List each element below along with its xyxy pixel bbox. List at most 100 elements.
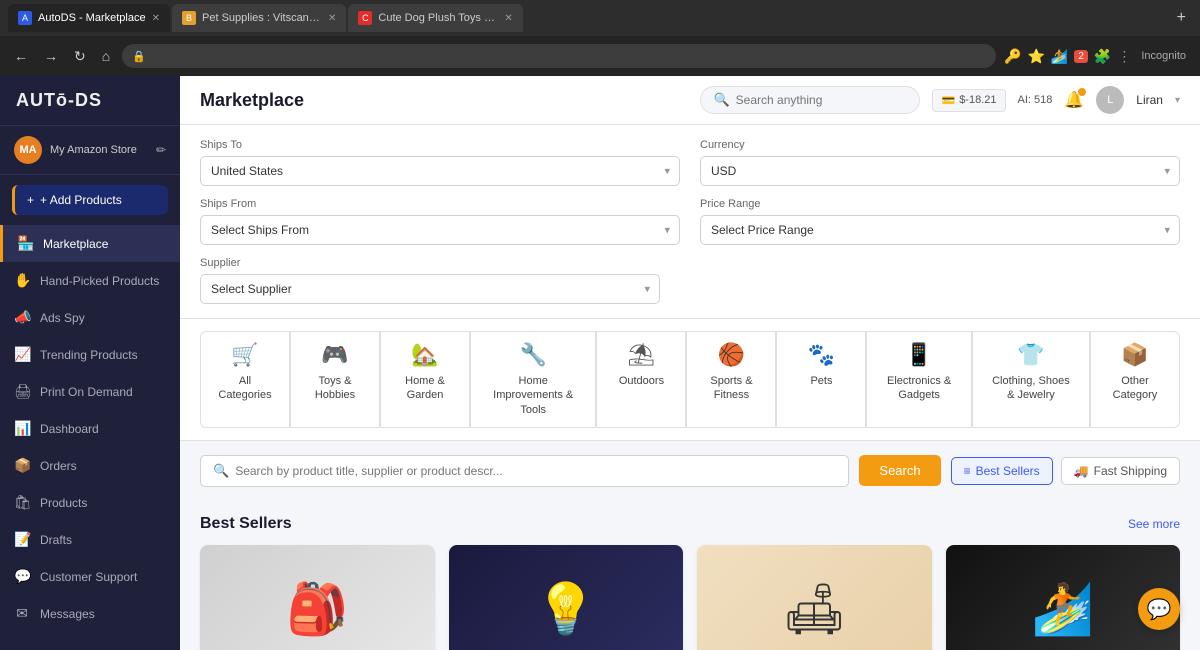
main-content: Marketplace 🔍 💳 $-18.21 AI: 518 🔔 L Lira…	[180, 76, 1200, 650]
user-chevron-icon[interactable]: ▾	[1175, 95, 1180, 106]
fast-shipping-chip[interactable]: 🚚 Fast Shipping	[1061, 457, 1180, 485]
nav-label-dashboard: Dashboard	[40, 422, 99, 436]
sidebar-item-messages[interactable]: ✉Messages	[0, 595, 180, 632]
wallet-icon: 💳	[941, 94, 955, 107]
category-item-toys[interactable]: 🎮Toys & Hobbies	[290, 331, 380, 428]
best-sellers-chip[interactable]: ≡ Best Sellers	[951, 457, 1053, 485]
sidebar: AUTō-DS MA My Amazon Store ✏ + + Add Pro…	[0, 76, 180, 650]
category-item-other[interactable]: 📦Other Category	[1090, 331, 1180, 428]
nav-label-messages: Messages	[40, 607, 95, 621]
category-item-sports[interactable]: 🏀Sports & Fitness	[686, 331, 776, 428]
balance-value: $-18.21	[959, 94, 996, 106]
notification-wrapper: 🔔	[1064, 90, 1084, 110]
sidebar-item-dashboard[interactable]: 📊Dashboard	[0, 410, 180, 447]
tab-close-icon[interactable]: ✕	[152, 13, 160, 24]
lock-icon: 🔒	[132, 50, 146, 63]
product-emoji-p4: 🏄	[1032, 580, 1094, 639]
product-card-p2[interactable]: 💡 GOVLUP LED Strip Lights	[449, 545, 684, 650]
sidebar-item-marketplace[interactable]: 🏪Marketplace	[0, 225, 180, 262]
search-icon: 🔍	[713, 92, 729, 108]
tab-close-icon[interactable]: ✕	[328, 13, 336, 24]
sidebar-item-trending[interactable]: 📈Trending Products	[0, 336, 180, 373]
search-button[interactable]: Search	[859, 455, 940, 486]
fast-shipping-chip-label: Fast Shipping	[1094, 464, 1167, 478]
ships-from-label: Ships From	[200, 198, 680, 210]
global-search-input[interactable]	[736, 93, 908, 107]
category-item-all[interactable]: 🛒 All Categories	[200, 331, 290, 428]
nav-label-ads-spy: Ads Spy	[40, 311, 85, 325]
nav-label-orders: Orders	[40, 459, 77, 473]
ships-from-select[interactable]: Select Ships From	[200, 215, 680, 245]
global-search-box[interactable]: 🔍	[700, 86, 920, 114]
see-more-link[interactable]: See more	[1128, 517, 1180, 531]
browser-tab-tab3[interactable]: CCute Dog Plush Toys Pet Duck ...✕	[348, 4, 522, 32]
nav-label-print-demand: Print On Demand	[40, 385, 133, 399]
product-image-p3: 🛋	[697, 545, 932, 650]
forward-button[interactable]: →	[40, 44, 62, 68]
category-item-electronics[interactable]: 📱Electronics & Gadgets	[866, 331, 971, 428]
sidebar-item-hand-picked[interactable]: ✋Hand-Picked Products	[0, 262, 180, 299]
nav-icon-marketplace: 🏪	[17, 235, 33, 252]
user-name: Liran	[1136, 93, 1163, 107]
profile-icon[interactable]: 🏄	[1051, 48, 1068, 65]
category-label-clothing: Clothing, Shoes & Jewelry	[989, 374, 1073, 403]
nav-icon-ads-spy: 📣	[14, 309, 30, 326]
key-icon[interactable]: 🔑	[1004, 48, 1021, 65]
tab-close-icon[interactable]: ✕	[504, 13, 512, 24]
category-label-toys: Toys & Hobbies	[307, 374, 363, 403]
product-card-p1[interactable]: 🎒 Insulated Backpack Cooler Bag	[200, 545, 435, 650]
product-image-p2: 💡	[449, 545, 684, 650]
category-label-outdoors: Outdoors	[619, 374, 664, 388]
category-icon-outdoors: ⛱	[627, 342, 655, 368]
home-button[interactable]: ⌂	[98, 44, 114, 68]
currency-label: Currency	[700, 139, 1180, 151]
add-products-button[interactable]: + + Add Products	[12, 185, 168, 215]
category-item-pets[interactable]: 🐾Pets	[776, 331, 866, 428]
price-range-select[interactable]: Select Price Range	[700, 215, 1180, 245]
sidebar-item-print-demand[interactable]: 🖨Print On Demand	[0, 373, 180, 410]
best-sellers-section: Best Sellers See more 🎒 Insulated Backpa…	[180, 501, 1200, 650]
address-input[interactable]: platform.autods.com/marketplace	[152, 49, 986, 63]
sidebar-item-drafts[interactable]: 📝Drafts	[0, 521, 180, 558]
ships-to-group: Ships To United States	[200, 139, 680, 186]
product-search-input[interactable]	[235, 464, 836, 478]
product-card-p3[interactable]: 🛋 Pet Sofa Bed	[697, 545, 932, 650]
address-bar[interactable]: 🔒 platform.autods.com/marketplace	[122, 44, 996, 68]
category-label-all: All Categories	[217, 374, 273, 403]
ships-to-label: Ships To	[200, 139, 680, 151]
sidebar-item-support[interactable]: 💬Customer Support	[0, 558, 180, 595]
category-label-pets: Pets	[810, 374, 832, 388]
filters-section: Ships To United States Currency USD	[180, 125, 1200, 319]
category-item-outdoors[interactable]: ⛱ Outdoors	[596, 331, 686, 428]
category-item-home-improvements[interactable]: 🔧Home Improvements & Tools	[470, 331, 596, 428]
topbar-right: 🔍 💳 $-18.21 AI: 518 🔔 L Liran ▾	[700, 86, 1180, 114]
nav-icon-drafts: 📝	[14, 531, 30, 548]
category-item-clothing[interactable]: 👕Clothing, Shoes & Jewelry	[972, 331, 1090, 428]
reload-button[interactable]: ↻	[70, 44, 90, 69]
ships-to-select[interactable]: United States	[200, 156, 680, 186]
currency-select[interactable]: USD	[700, 156, 1180, 186]
user-store[interactable]: MA My Amazon Store ✏	[0, 126, 180, 175]
extensions-icon[interactable]: 🧩	[1094, 48, 1111, 65]
new-tab-button[interactable]: +	[1171, 9, 1192, 27]
sidebar-item-orders[interactable]: 📦Orders	[0, 447, 180, 484]
product-emoji-p3: 🛋	[783, 580, 846, 639]
chat-bubble[interactable]: 💬	[1138, 588, 1180, 630]
browser-tab-tab1[interactable]: AAutoDS - Marketplace✕	[8, 4, 170, 32]
sidebar-item-products[interactable]: 🛍Products	[0, 484, 180, 521]
settings-icon[interactable]: ⋮	[1117, 48, 1131, 65]
product-search-box[interactable]: 🔍	[200, 455, 849, 487]
nav-icon-support: 💬	[14, 568, 30, 585]
supplier-group: Supplier Select Supplier	[200, 257, 660, 304]
sidebar-item-ads-spy[interactable]: 📣 Ads Spy	[0, 299, 180, 336]
store-edit-icon[interactable]: ✏	[156, 143, 166, 157]
browser-tab-tab2[interactable]: BPet Supplies : Vitscan Upgrade...✕	[172, 4, 346, 32]
bookmark-icon[interactable]: ⭐	[1027, 48, 1044, 65]
category-icon-all: 🛒	[231, 342, 258, 368]
supplier-select[interactable]: Select Supplier	[200, 274, 660, 304]
extension-badge: 2	[1074, 50, 1088, 63]
back-button[interactable]: ←	[10, 44, 32, 68]
product-emoji-p2: 💡	[535, 580, 597, 639]
currency-select-wrapper: USD	[700, 156, 1180, 186]
category-item-home-garden[interactable]: 🏡Home & Garden	[380, 331, 470, 428]
